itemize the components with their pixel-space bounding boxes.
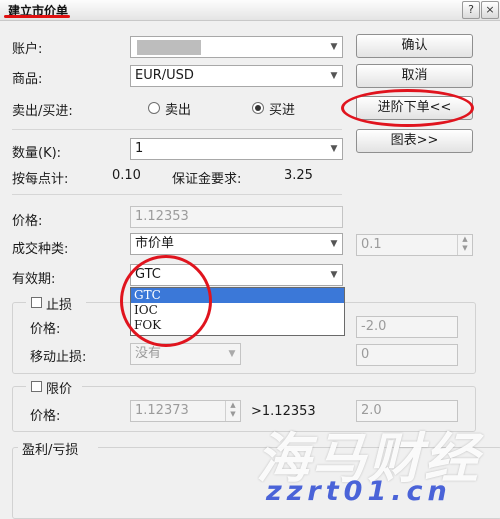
stop-loss-price-value: -2.0 (361, 319, 387, 334)
chevron-down-icon: ▼ (330, 71, 338, 81)
order-type-select[interactable]: 市价单 ▼ (130, 233, 343, 255)
annotation-ellipse-advanced (341, 89, 474, 127)
limit-checkbox[interactable] (31, 381, 42, 392)
margin-value: 3.25 (284, 168, 313, 183)
trailing-stop-select: 没有 ▼ (130, 343, 241, 365)
product-label: 商品: (12, 72, 43, 87)
spinner-arrows-icon: ▲ ▼ (457, 235, 472, 255)
price-label: 价格: (12, 214, 43, 229)
chevron-down-icon: ▼ (330, 144, 338, 154)
per-pip-label: 按每点计: (12, 172, 69, 187)
chevron-down-icon: ▼ (330, 42, 338, 52)
divider (12, 194, 342, 195)
buy-radio-label[interactable]: 买进 (269, 99, 295, 118)
chevron-down-icon: ▼ (330, 239, 338, 249)
limit-label[interactable]: 限价 (46, 378, 72, 397)
price-field: 1.12353 (130, 206, 343, 228)
chevron-down-icon: ▼ (228, 349, 236, 359)
order-type-extra-value: 0.1 (361, 237, 382, 252)
quantity-label: 数量(K): (12, 146, 62, 161)
validity-label: 有效期: (12, 272, 56, 287)
per-pip-value: 0.10 (112, 168, 141, 183)
limit-price-spinner: 1.12373 ▲ ▼ (130, 400, 241, 422)
order-type-extra-spinner: 0.1 ▲ ▼ (356, 234, 473, 256)
window-titlebar (0, 0, 500, 21)
spinner-arrows-icon: ▲ ▼ (225, 401, 240, 421)
trailing-stop-label: 移动止损: (30, 350, 87, 365)
chart-button[interactable]: 图表>> (356, 129, 473, 153)
margin-label: 保证金要求: (172, 172, 242, 187)
trailing-stop-extra-field: 0 (356, 344, 458, 366)
product-value: EUR/USD (135, 68, 194, 83)
stop-loss-label[interactable]: 止损 (46, 294, 72, 313)
divider (12, 129, 342, 130)
quantity-value: 1 (135, 141, 144, 156)
order-type-label: 成交种类: (12, 242, 69, 257)
watermark-url: zzrt01.cn (266, 476, 452, 507)
account-label: 账户: (12, 42, 43, 57)
chevron-down-icon: ▼ (330, 270, 338, 280)
confirm-button[interactable]: 确认 (356, 34, 473, 58)
stop-loss-checkbox[interactable] (31, 297, 42, 308)
account-select[interactable]: ▼ (130, 36, 343, 58)
account-redacted-block (137, 40, 201, 55)
limit-price-label: 价格: (30, 409, 61, 424)
quantity-combo[interactable]: 1 ▼ (130, 138, 343, 160)
order-type-value: 市价单 (135, 236, 175, 251)
price-value: 1.12353 (135, 209, 189, 224)
annotation-ellipse-validity (120, 255, 212, 347)
buy-radio[interactable] (252, 102, 264, 114)
stop-loss-price-label: 价格: (30, 322, 61, 337)
trailing-stop-value: 没有 (135, 346, 162, 361)
sell-radio-label[interactable]: 卖出 (165, 99, 191, 118)
pnl-label: 盈利/亏损 (22, 443, 79, 458)
side-label: 卖出/买进: (12, 104, 73, 119)
limit-price-value: 1.12373 (135, 403, 189, 418)
cancel-button[interactable]: 取消 (356, 64, 473, 88)
sell-radio[interactable] (148, 102, 160, 114)
title-red-underline (4, 15, 70, 18)
stop-loss-price-field: -2.0 (356, 316, 458, 338)
product-select[interactable]: EUR/USD ▼ (130, 65, 343, 87)
trailing-stop-extra-value: 0 (361, 347, 370, 362)
help-button[interactable]: ? (462, 1, 480, 19)
close-button[interactable]: × (481, 1, 499, 19)
